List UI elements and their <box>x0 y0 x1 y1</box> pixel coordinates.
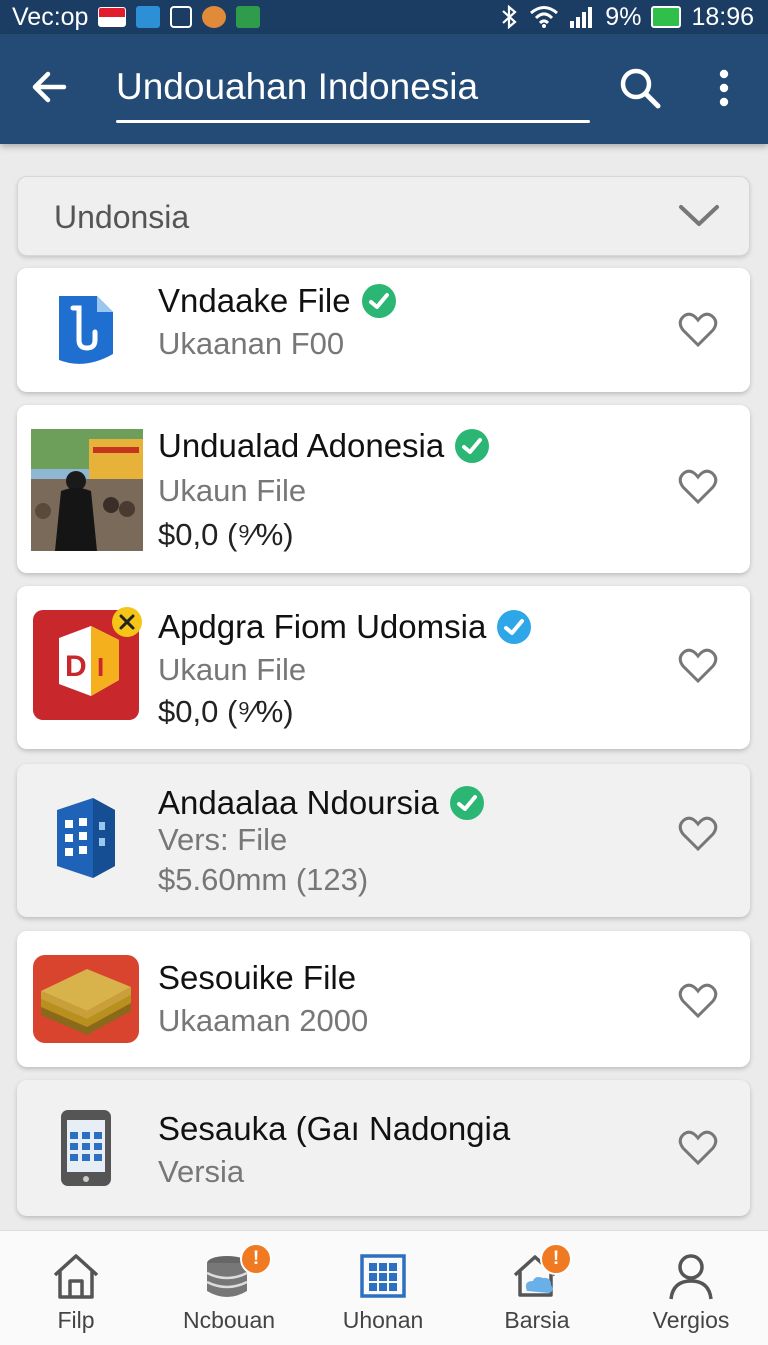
item-title-text: Apdgra Fiom Udomsia <box>158 608 487 645</box>
status-right: 9% 18:96 <box>499 3 754 32</box>
item-subtitle: Ukaanan F00 <box>158 326 345 361</box>
verified-badge-icon <box>497 610 532 644</box>
battery-icon <box>651 6 682 28</box>
nav-label: Barsia <box>504 1307 570 1333</box>
heart-icon[interactable] <box>678 1130 718 1166</box>
item-title: Andaalaa Ndoursia <box>158 784 485 822</box>
verified-badge-icon <box>455 429 490 463</box>
arrow-left-icon[interactable] <box>24 62 74 112</box>
item-title-text: Andaalaa Ndoursia <box>158 784 439 821</box>
search-icon[interactable] <box>614 62 666 114</box>
item-price: $0,0 (⁹⁄%) <box>158 517 294 552</box>
heart-icon[interactable] <box>678 469 718 505</box>
nav-label: Vergios <box>652 1307 730 1333</box>
verified-badge-icon <box>449 786 484 820</box>
item-title-text: Sesouike File <box>158 959 357 996</box>
region-dropdown[interactable]: Undonsia <box>17 176 750 256</box>
item-title: Sesouike File <box>158 959 356 997</box>
photo-thumbnail-icon <box>31 429 143 551</box>
list-item[interactable]: Sesouike File Ukaaman 2000 <box>17 931 750 1067</box>
list-item[interactable]: Sesauka (Gaı Nadongia Versia <box>17 1080 750 1216</box>
clock: 18:96 <box>691 2 754 31</box>
title-underline <box>116 120 590 123</box>
item-title: Undualad Adonesia <box>158 427 490 465</box>
item-title-text: Sesauka (Gaı Nadongia <box>158 1110 511 1147</box>
app-green-icon <box>236 6 261 28</box>
heart-icon[interactable] <box>678 648 718 684</box>
item-subtitle: Versia <box>158 1154 245 1189</box>
list-item[interactable]: D I Apdgra Fiom Udomsia Ukaun File $0,0 … <box>17 586 750 749</box>
svg-text:D: D <box>65 650 87 683</box>
bluetooth-icon <box>502 5 517 29</box>
status-bar: Vec:op 9% 18:96 <box>0 0 768 34</box>
app-blue-icon <box>136 6 161 28</box>
nav-item-uhonan[interactable]: Uhonan <box>308 1231 458 1345</box>
nav-badge: ! <box>540 1243 572 1275</box>
nav-item-vergios[interactable]: Vergios <box>616 1231 766 1345</box>
heart-icon[interactable] <box>678 983 718 1019</box>
item-title-text: Vndaake File <box>158 282 351 319</box>
more-vert-icon[interactable] <box>704 62 744 114</box>
item-title-text: Undualad Adonesia <box>158 427 445 464</box>
nav-item-barsia[interactable]: ! Barsia <box>462 1231 612 1345</box>
flag-icon <box>98 7 127 27</box>
list-item[interactable]: Vndaake File Ukaanan F00 <box>17 268 750 392</box>
battery-percent: 9% <box>605 2 642 31</box>
status-left: Vec:op <box>12 2 261 32</box>
item-title: Apdgra Fiom Udomsia <box>158 608 532 646</box>
item-title: Sesauka (Gaı Nadongia <box>158 1110 510 1148</box>
item-subtitle: Ukaaman 2000 <box>158 1003 369 1038</box>
grid-window-icon <box>360 1254 406 1298</box>
chevron-down-icon <box>679 205 719 226</box>
list-item[interactable]: Andaalaa Ndoursia Vers: File $5.60mm (12… <box>17 764 750 917</box>
nav-label: Filp <box>57 1307 95 1333</box>
di-app-icon: D I <box>33 607 142 720</box>
app-orange-icon <box>202 6 227 28</box>
item-price: $0,0 (⁹⁄%) <box>158 694 294 729</box>
dropdown-selected-value: Undonsia <box>54 199 190 235</box>
heart-icon[interactable] <box>678 312 718 348</box>
item-title: Vndaake File <box>158 282 397 320</box>
item-subtitle: Ukaun File <box>158 473 307 508</box>
page-title: Undouahan Indonesia <box>116 66 479 107</box>
verified-badge-icon <box>361 284 396 318</box>
item-price: $5.60mm (123) <box>158 862 369 897</box>
nav-label: Uhonan <box>342 1307 424 1333</box>
signal-icon <box>570 7 593 28</box>
phone-grid-icon <box>61 1110 111 1186</box>
nav-item-filp[interactable]: Filp <box>1 1231 151 1345</box>
file-blue-icon <box>59 296 113 364</box>
person-icon <box>669 1254 713 1300</box>
stack-folder-icon <box>33 955 139 1043</box>
building-icon <box>57 798 115 878</box>
carrier-label: Vec:op <box>12 2 89 31</box>
app-outline-icon <box>170 6 193 28</box>
list-item[interactable]: Undualad Adonesia Ukaun File $0,0 (⁹⁄%) <box>17 405 750 573</box>
heart-icon[interactable] <box>678 816 718 852</box>
nav-item-ncbouan[interactable]: ! Ncbouan <box>154 1231 304 1345</box>
item-subtitle: Vers: File <box>158 822 288 857</box>
bottom-navigation: Filp ! Ncbouan Uhonan ! Barsia Vergios <box>0 1230 768 1345</box>
app-bar: Undouahan Indonesia <box>0 34 768 144</box>
nav-label: Ncbouan <box>182 1307 276 1333</box>
home-icon <box>53 1254 99 1299</box>
nav-badge: ! <box>240 1243 272 1275</box>
item-subtitle: Ukaun File <box>158 652 307 687</box>
wifi-icon <box>530 6 559 28</box>
svg-text:I: I <box>97 652 104 682</box>
